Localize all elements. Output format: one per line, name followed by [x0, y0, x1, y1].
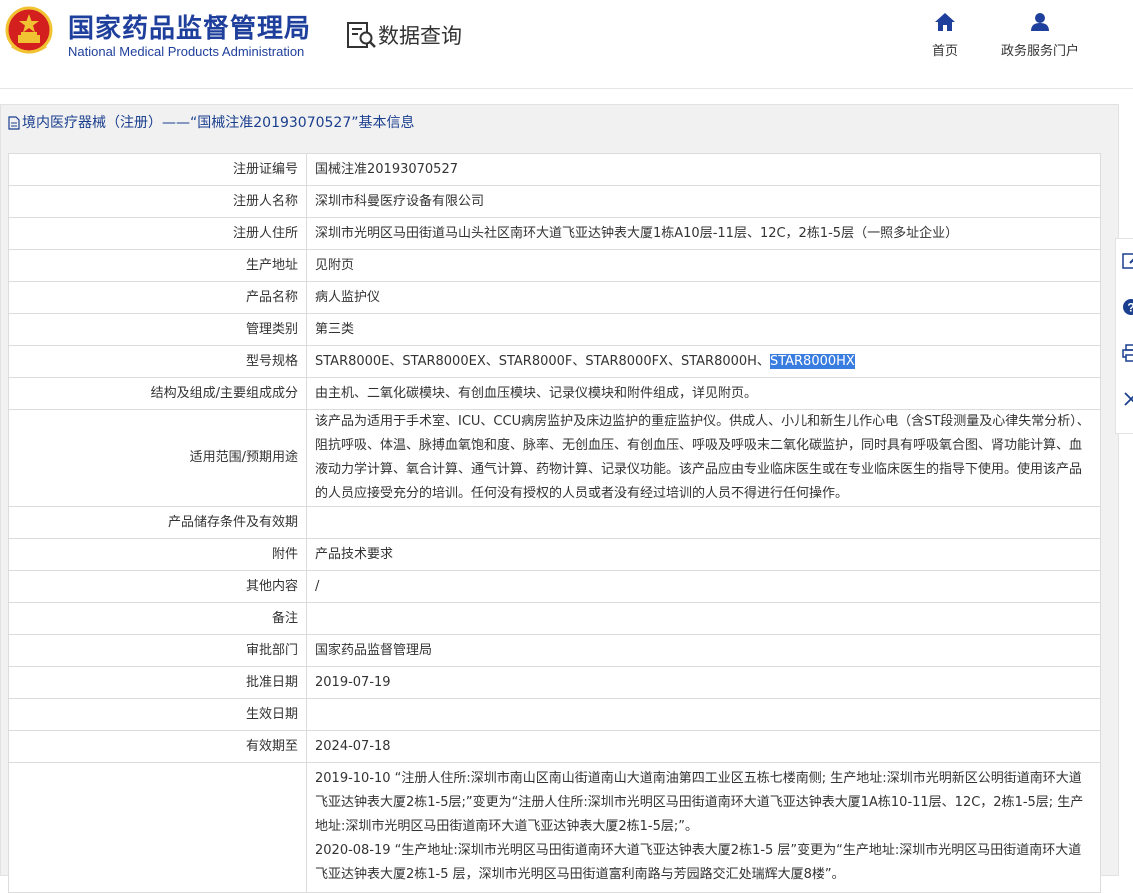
row-label: 生产地址 — [8, 249, 307, 282]
row-value: 产品技术要求 — [306, 538, 1101, 571]
help-icon[interactable]: ? — [1121, 297, 1133, 317]
table-row: 2019-10-10 “注册人住所:深圳市南山区南山街道南山大道南油第四工业区五… — [8, 762, 1101, 893]
table-row: 型号规格 STAR8000E、STAR8000EX、STAR8000F、STAR… — [8, 345, 1101, 378]
nav-service-portal[interactable]: 政务服务门户 — [985, 12, 1095, 59]
table-row: 适用范围/预期用途 该产品为适用于手术室、ICU、CCU病房监护及床边监护的重症… — [8, 409, 1101, 507]
row-label: 审批部门 — [8, 634, 307, 667]
row-value: 第三类 — [306, 313, 1101, 346]
row-label: 注册人住所 — [8, 217, 307, 250]
row-value: 国家药品监督管理局 — [306, 634, 1101, 667]
panel-title: 境内医疗器械（注册）——“国械注准20193070527”基本信息 — [8, 108, 414, 138]
row-label: 管理类别 — [8, 313, 307, 346]
table-row: 结构及组成/主要组成成分 由主机、二氧化碳模块、有创血压模块、记录仪模块和附件组… — [8, 377, 1101, 410]
record-table: 注册证编号 国械注准20193070527 注册人名称 深圳市科曼医疗设备有限公… — [8, 153, 1101, 893]
page-title: 数据查询 — [378, 24, 462, 48]
user-icon — [1031, 13, 1049, 31]
row-label: 产品储存条件及有效期 — [8, 506, 307, 539]
table-row: 备注 — [8, 602, 1101, 635]
row-value: STAR8000E、STAR8000EX、STAR8000F、STAR8000F… — [306, 345, 1101, 378]
row-value: 国械注准20193070527 — [306, 153, 1101, 186]
side-toolbar: ? — [1115, 238, 1133, 434]
table-row: 附件 产品技术要求 — [8, 538, 1101, 571]
row-value: 由主机、二氧化碳模块、有创血压模块、记录仪模块和附件组成，详见附页。 — [306, 377, 1101, 410]
national-emblem-icon — [5, 6, 53, 54]
panel-title-text: 境内医疗器械（注册）——“国械注准20193070527”基本信息 — [22, 115, 415, 131]
row-label: 备注 — [8, 602, 307, 635]
change-history-item: 2020-08-19 “生产地址:深圳市光明区马田街道南环大道飞亚达钟表大厦2栋… — [315, 843, 1082, 882]
site-header: 国家药品监督管理局 National Medical Products Admi… — [0, 0, 1133, 89]
row-label: 注册人名称 — [8, 185, 307, 218]
row-label: 附件 — [8, 538, 307, 571]
nav-service-portal-label: 政务服务门户 — [1000, 44, 1079, 59]
row-value: 见附页 — [306, 249, 1101, 282]
row-value: 病人监护仪 — [306, 281, 1101, 314]
row-label — [8, 762, 307, 893]
close-icon[interactable] — [1121, 389, 1133, 409]
row-value — [306, 602, 1101, 635]
print-icon[interactable] — [1121, 343, 1133, 363]
nav-home-label: 首页 — [931, 44, 958, 59]
edit-icon[interactable] — [1121, 251, 1133, 271]
table-row: 有效期至 2024-07-18 — [8, 730, 1101, 763]
row-value: / — [306, 570, 1101, 603]
row-label: 其他内容 — [8, 570, 307, 603]
table-row: 管理类别 第三类 — [8, 313, 1101, 346]
selected-text[interactable]: STAR8000HX — [769, 353, 855, 369]
table-row: 产品储存条件及有效期 — [8, 506, 1101, 539]
table-row: 生产地址 见附页 — [8, 249, 1101, 282]
change-history: 2019-10-10 “注册人住所:深圳市南山区南山街道南山大道南油第四工业区五… — [306, 762, 1101, 893]
row-value: 该产品为适用于手术室、ICU、CCU病房监护及床边监护的重症监护仪。供成人、小儿… — [306, 409, 1101, 507]
agency-name-cn: 国家药品监督管理局 — [68, 14, 312, 44]
document-icon — [8, 116, 20, 130]
row-label: 产品名称 — [8, 281, 307, 314]
nav-home[interactable]: 首页 — [890, 12, 1000, 59]
row-label: 型号规格 — [8, 345, 307, 378]
table-row: 审批部门 国家药品监督管理局 — [8, 634, 1101, 667]
row-label: 适用范围/预期用途 — [8, 409, 307, 507]
agency-name-en: National Medical Products Administration — [68, 44, 305, 59]
model-list-text: STAR8000E、STAR8000EX、STAR8000F、STAR8000F… — [315, 353, 770, 369]
change-history-item: 2019-10-10 “注册人住所:深圳市南山区南山街道南山大道南油第四工业区五… — [315, 771, 1084, 834]
table-row: 注册人名称 深圳市科曼医疗设备有限公司 — [8, 185, 1101, 218]
row-value: 2019-07-19 — [306, 666, 1101, 699]
row-value: 深圳市科曼医疗设备有限公司 — [306, 185, 1101, 218]
row-label: 有效期至 — [8, 730, 307, 763]
table-row: 注册证编号 国械注准20193070527 — [8, 153, 1101, 186]
row-label: 生效日期 — [8, 698, 307, 731]
row-value — [306, 698, 1101, 731]
table-row: 批准日期 2019-07-19 — [8, 666, 1101, 699]
row-value: 2024-07-18 — [306, 730, 1101, 763]
table-row: 注册人住所 深圳市光明区马田街道马山头社区南环大道飞亚达钟表大厦1栋A10层-1… — [8, 217, 1101, 250]
row-label: 结构及组成/主要组成成分 — [8, 377, 307, 410]
row-value — [306, 506, 1101, 539]
table-row: 生效日期 — [8, 698, 1101, 731]
home-icon — [935, 13, 955, 31]
row-label: 批准日期 — [8, 666, 307, 699]
data-query-icon — [347, 22, 376, 48]
svg-text:?: ? — [1127, 301, 1133, 315]
table-row: 其他内容 / — [8, 570, 1101, 603]
table-row: 产品名称 病人监护仪 — [8, 281, 1101, 314]
row-label: 注册证编号 — [8, 153, 307, 186]
row-value: 深圳市光明区马田街道马山头社区南环大道飞亚达钟表大厦1栋A10层-11层、12C… — [306, 217, 1101, 250]
